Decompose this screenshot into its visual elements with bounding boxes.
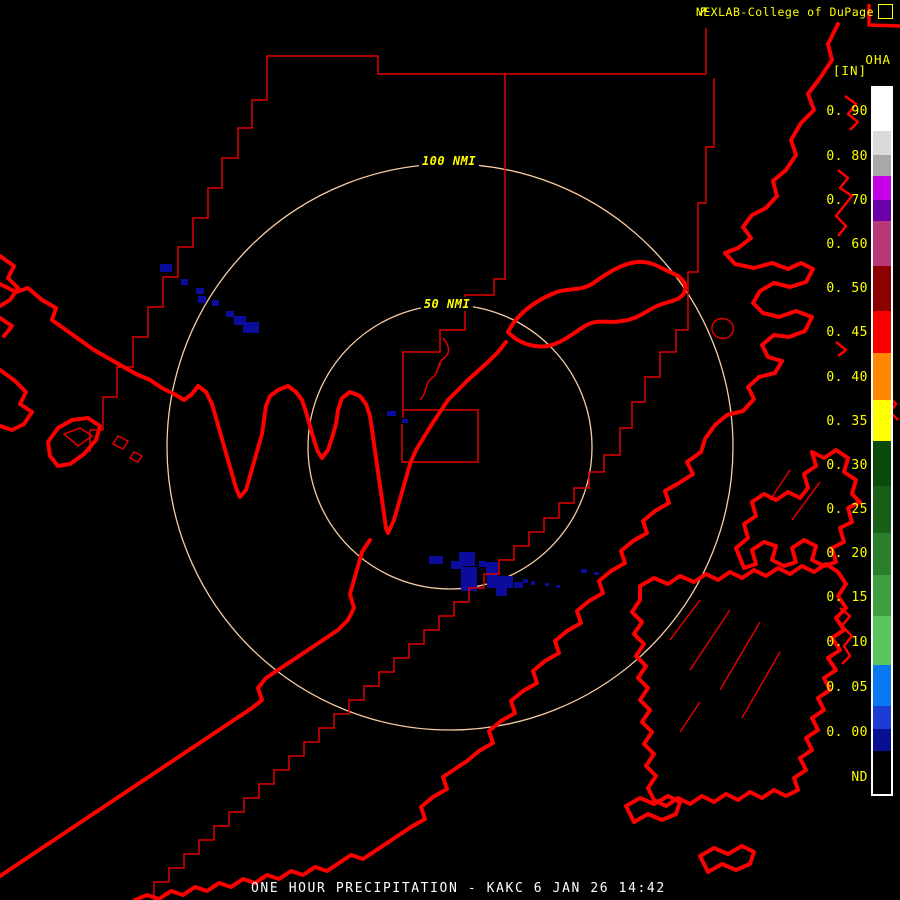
scale-label: 0. 30: [826, 458, 868, 473]
product-code-label: OHA: [865, 52, 891, 67]
scale-label: ND: [851, 770, 868, 785]
precipitation-echoes: [160, 264, 599, 596]
scale-segment: [873, 706, 891, 729]
precip-echo-central-cluster: [545, 583, 549, 586]
precip-echo-northwest-streak: [198, 296, 206, 303]
precip-echo-central-cluster: [581, 569, 587, 573]
scale-segment: [873, 729, 891, 751]
precip-echo-central-cluster: [479, 561, 486, 567]
scale-label: 0. 70: [826, 193, 868, 208]
scale-label: 0. 60: [826, 237, 868, 252]
scale-segment: [873, 441, 891, 486]
scale-label: 0. 15: [826, 590, 868, 605]
scale-segment: [873, 575, 891, 616]
nexlab-logo-icon: [698, 4, 893, 19]
range-ring-100nmi: [166, 163, 734, 731]
trinity-islands: [624, 794, 756, 874]
precip-echo-northwest-streak: [226, 311, 234, 317]
scale-segment: [873, 266, 891, 311]
scale-label: 0. 40: [826, 370, 868, 385]
scale-segment: [873, 400, 891, 441]
scale-segment: [873, 353, 891, 400]
precip-echo-central-cluster: [459, 552, 475, 566]
precip-echo-northwest-streak: [160, 264, 172, 272]
scale-segment: [873, 221, 891, 266]
header: NEXLAB-College of DuPage: [695, 4, 893, 19]
precip-echo-central-cluster: [496, 587, 507, 596]
precip-echo-small-spots: [402, 419, 408, 423]
scale-label: 0. 05: [826, 680, 868, 695]
scale-label: 0. 35: [826, 414, 868, 429]
scale-segment: [873, 665, 891, 706]
scale-segment: [873, 311, 891, 353]
boundary-top: [347, 28, 707, 75]
scale-segment: [873, 616, 891, 665]
scale-label: 0. 90: [826, 104, 868, 119]
precip-echo-central-cluster: [429, 556, 443, 564]
product-title: ONE HOUR PRECIPITATION - KAKC 6 JAN 26 1…: [251, 881, 666, 896]
bristol-bay-coast: [0, 282, 508, 535]
precip-color-scale: [871, 86, 893, 796]
scale-segment: [873, 88, 891, 131]
precip-echo-central-cluster: [594, 572, 599, 575]
radar-map: [0, 4, 900, 900]
peninsula-west-coast: [0, 538, 372, 878]
precip-echo-central-cluster: [523, 579, 528, 583]
scale-segment: [873, 131, 891, 155]
scale-segment: [873, 176, 891, 200]
precip-echo-northwest-streak: [181, 279, 188, 285]
range-rings: [166, 163, 734, 731]
river-detail: [419, 337, 450, 401]
scale-segment: [873, 533, 891, 575]
precip-echo-small-spots: [387, 411, 396, 416]
range-ring-label-50nmi: 50 NMI: [420, 297, 474, 311]
scale-label: 0. 80: [826, 149, 868, 164]
scale-label: 0. 25: [826, 502, 868, 517]
precip-echo-central-cluster: [531, 581, 535, 585]
scale-label: 0. 45: [826, 325, 868, 340]
precip-echo-northwest-streak: [196, 288, 204, 294]
units-label: [IN]: [832, 63, 867, 78]
scale-segment: [873, 155, 891, 176]
scale-label: 0. 20: [826, 546, 868, 561]
precip-echo-central-cluster: [556, 585, 560, 588]
range-ring-label-100nmi: 100 NMI: [418, 154, 480, 168]
boundary-stair-northwest: [89, 55, 347, 452]
precip-echo-central-cluster: [514, 582, 523, 588]
scale-label: 0. 50: [826, 281, 868, 296]
scale-segment: [873, 200, 891, 221]
radar-display: NEXLAB-College of DuPage OHA [IN] 100 NM…: [0, 0, 900, 900]
scale-segment: [873, 751, 891, 794]
brand-title: NEXLAB-College of DuPage: [695, 5, 874, 19]
small-lake-outline: [711, 317, 735, 340]
precip-echo-northwest-streak: [212, 300, 219, 306]
scale-label: 0. 00: [826, 725, 868, 740]
scale-label: 0. 10: [826, 635, 868, 650]
precip-echo-central-cluster: [487, 576, 513, 588]
west-edge-coast-fragments: [0, 254, 34, 432]
small-islands-west: [62, 427, 144, 463]
scale-segment: [873, 486, 891, 533]
precip-echo-northwest-streak: [243, 322, 259, 333]
